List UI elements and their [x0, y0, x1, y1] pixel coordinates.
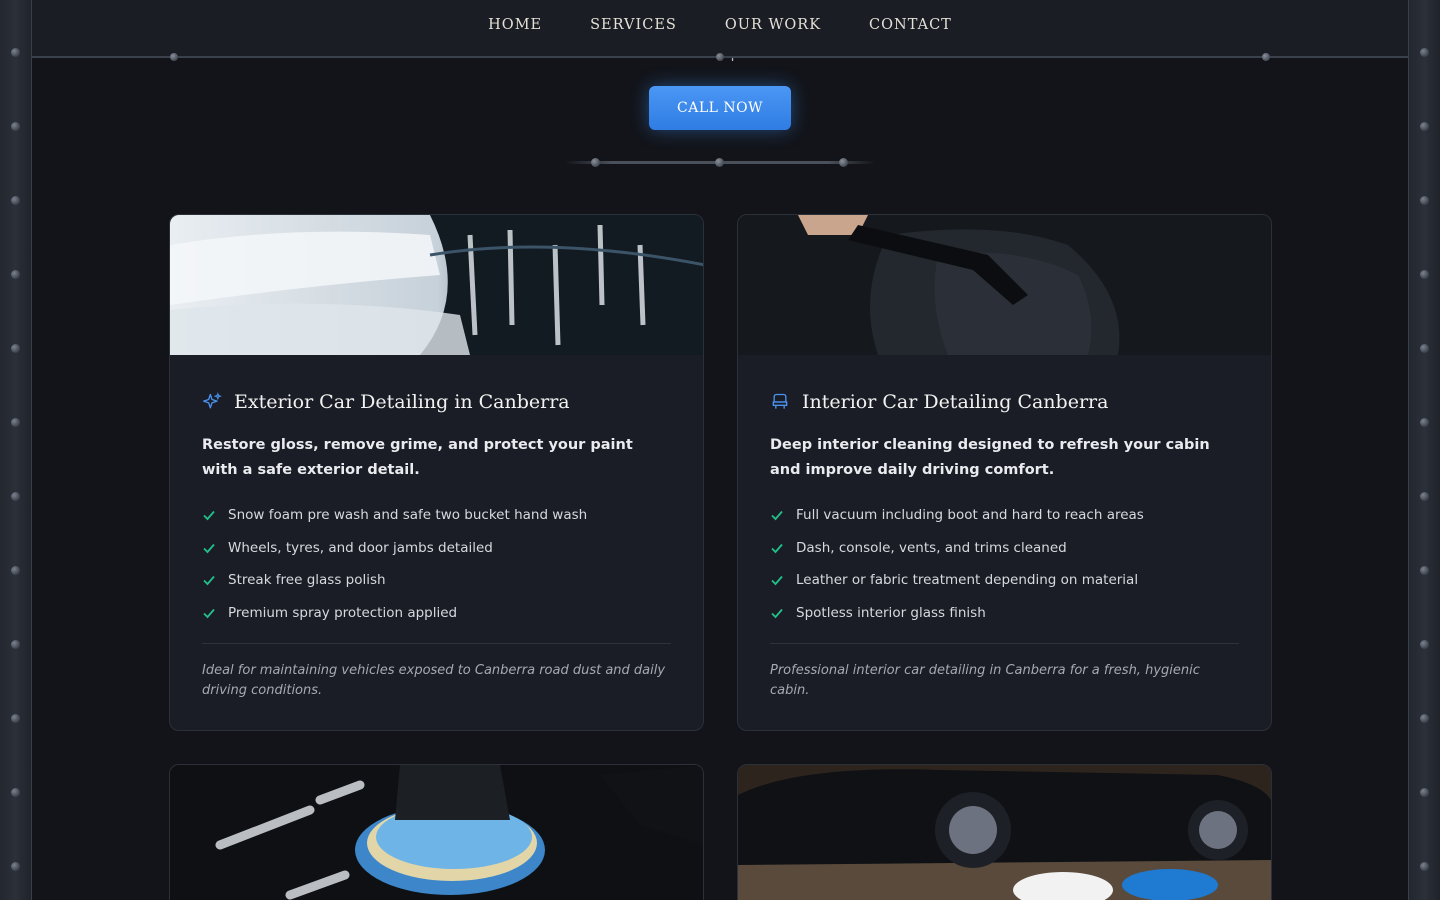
nav-services[interactable]: SERVICES: [590, 17, 677, 33]
list-item: Leather or fabric treatment depending on…: [770, 564, 1239, 597]
check-icon: [771, 511, 783, 521]
service-card-polishing: [169, 764, 704, 900]
card-title: Exterior Car Detailing in Canberra: [202, 391, 671, 413]
feature-text: Dash, console, vents, and trims cleaned: [796, 539, 1067, 556]
rivet-icon: [591, 158, 600, 167]
rivet-icon: [11, 640, 20, 649]
feature-text: Streak free glass polish: [228, 572, 386, 589]
list-item: Premium spray protection applied: [202, 597, 671, 630]
feature-text: Wheels, tyres, and door jambs detailed: [228, 539, 493, 556]
check-icon: [203, 511, 215, 521]
card-note: Professional interior car detailing in C…: [770, 663, 1200, 698]
card-title-text: Interior Car Detailing Canberra: [802, 391, 1109, 413]
feature-text: Full vacuum including boot and hard to r…: [796, 507, 1144, 524]
card-note: Ideal for maintaining vehicles exposed t…: [202, 663, 666, 698]
rivet-icon: [11, 196, 20, 205]
rivet-icon: [11, 492, 20, 501]
card-lead: Restore gloss, remove grime, and protect…: [202, 437, 633, 478]
right-metal-rail: [1408, 0, 1440, 900]
card-divider: [202, 643, 671, 644]
rivet-icon: [1420, 122, 1429, 131]
interior-vacuum-photo: [738, 215, 1271, 355]
nav-our-work[interactable]: OUR WORK: [725, 17, 821, 33]
rivet-icon: [1420, 640, 1429, 649]
sparkle-icon: [203, 392, 222, 409]
rivet-icon: [11, 344, 20, 353]
rivet-icon: [1420, 714, 1429, 723]
nav-home[interactable]: HOME: [488, 17, 542, 33]
list-item: Wheels, tyres, and door jambs detailed: [202, 532, 671, 565]
rivet-icon: [1420, 48, 1429, 57]
feature-text: Snow foam pre wash and safe two bucket h…: [228, 507, 588, 524]
list-item: Streak free glass polish: [202, 564, 671, 597]
check-icon: [771, 543, 783, 554]
rivet-icon: [1420, 862, 1429, 871]
card-lead: Deep interior cleaning designed to refre…: [770, 437, 1210, 478]
list-item: Full vacuum including boot and hard to r…: [770, 499, 1239, 532]
nav-contact[interactable]: CONTACT: [869, 17, 952, 33]
rivet-icon: [11, 714, 20, 723]
rivet-icon: [1420, 492, 1429, 501]
card-title: Interior Car Detailing Canberra: [770, 391, 1239, 413]
rivet-icon: [1420, 270, 1429, 279]
black-car-photo: [738, 765, 1271, 900]
rivet-icon: [1420, 418, 1429, 427]
service-card-interior: Interior Car Detailing Canberra Deep int…: [737, 214, 1272, 731]
list-item: Snow foam pre wash and safe two bucket h…: [202, 499, 671, 532]
rivet-icon: [11, 418, 20, 427]
feature-text: Premium spray protection applied: [228, 604, 458, 621]
list-item: Spotless interior glass finish: [770, 597, 1239, 630]
card-title-text: Exterior Car Detailing in Canberra: [234, 391, 570, 413]
check-icon: [771, 576, 783, 586]
left-metal-rail: [0, 0, 32, 900]
rivet-icon: [839, 158, 848, 167]
rivet-icon: [11, 122, 20, 131]
call-now-button[interactable]: CALL NOW: [649, 86, 791, 130]
section-divider: [565, 158, 875, 167]
check-icon: [203, 576, 215, 586]
feature-text: Leather or fabric treatment depending on…: [796, 572, 1139, 589]
feature-list: Full vacuum including boot and hard to r…: [770, 499, 1239, 629]
service-card-vehicle: [737, 764, 1272, 900]
rivet-icon: [11, 862, 20, 871]
check-icon: [771, 608, 783, 619]
rivet-icon: [11, 270, 20, 279]
check-icon: [203, 543, 215, 554]
exterior-wash-photo: [170, 215, 703, 355]
rivet-icon: [1420, 788, 1429, 797]
rivet-icon: [715, 158, 724, 167]
service-card-exterior: Exterior Car Detailing in Canberra Resto…: [169, 214, 704, 731]
rivet-icon: [170, 53, 178, 61]
rivet-icon: [11, 48, 20, 57]
top-navigation: HOME SERVICES OUR WORK CONTACT: [32, 0, 1408, 61]
rivet-icon: [716, 53, 724, 61]
rivet-icon: [11, 788, 20, 797]
car-seat-icon: [772, 393, 788, 409]
card-divider: [770, 643, 1239, 644]
rivet-icon: [1262, 53, 1270, 61]
rivet-icon: [1420, 566, 1429, 575]
polisher-photo: [170, 765, 703, 900]
check-icon: [203, 608, 215, 619]
rivet-icon: [1420, 344, 1429, 353]
list-item: Dash, console, vents, and trims cleaned: [770, 532, 1239, 565]
rivet-icon: [11, 566, 20, 575]
feature-list: Snow foam pre wash and safe two bucket h…: [202, 499, 671, 629]
feature-text: Spotless interior glass finish: [796, 604, 986, 621]
rivet-icon: [1420, 196, 1429, 205]
